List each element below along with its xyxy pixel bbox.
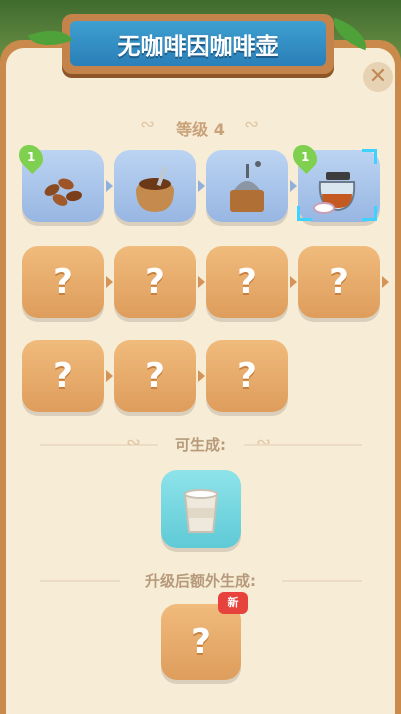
generated-item-tile[interactable]	[161, 470, 241, 548]
swirl-right-icon: ∾	[256, 432, 272, 453]
page-title: 无咖啡因咖啡壶	[117, 33, 279, 60]
title-banner: 无咖啡因咖啡壶	[70, 21, 326, 66]
question-mark-icon: ?	[237, 356, 257, 396]
question-mark-icon: ?	[145, 262, 165, 302]
question-mark-icon: ?	[191, 622, 211, 662]
question-mark-icon: ?	[329, 262, 349, 302]
locked-item-tile[interactable]: ?	[206, 340, 288, 412]
coffee-grinder-icon	[230, 161, 264, 212]
swirl-right-icon: ∾	[244, 114, 260, 135]
question-mark-icon: ?	[53, 262, 73, 302]
arrow-right-icon	[382, 276, 389, 288]
locked-item-tile[interactable]: ?	[114, 246, 196, 318]
arrow-right-icon	[106, 370, 113, 382]
divider-line	[244, 444, 362, 446]
item-tile-coffee-grinder[interactable]	[206, 150, 288, 222]
arrow-right-icon	[198, 180, 205, 192]
locked-item-tile[interactable]: ?	[22, 340, 104, 412]
arrow-right-icon	[198, 370, 205, 382]
locked-item-tile[interactable]: ?	[22, 246, 104, 318]
selection-corner	[297, 206, 312, 221]
divider-line	[282, 580, 362, 582]
close-icon: ✕	[368, 64, 388, 89]
arrow-right-icon	[290, 276, 297, 288]
question-mark-icon: ?	[145, 356, 165, 396]
arrow-right-icon	[198, 276, 205, 288]
locked-item-tile[interactable]: ?	[114, 340, 196, 412]
close-button[interactable]: ✕	[363, 62, 393, 92]
item-tile-coffee-bean-sack[interactable]	[114, 150, 196, 222]
bonus-locked-item-tile[interactable]: ?	[161, 604, 241, 680]
arrow-right-icon	[106, 276, 113, 288]
selection-corner	[362, 206, 377, 221]
question-mark-icon: ?	[53, 356, 73, 396]
arrow-right-icon	[290, 180, 297, 192]
new-badge: 新	[218, 592, 248, 614]
locked-item-tile[interactable]: ?	[206, 246, 288, 318]
locked-item-tile[interactable]: ?	[298, 246, 380, 318]
question-mark-icon: ?	[237, 262, 257, 302]
paper-cup-icon	[183, 489, 219, 533]
title-plate: 无咖啡因咖啡壶	[62, 14, 334, 74]
arrow-right-icon	[106, 180, 113, 192]
coffee-sack-icon	[136, 165, 174, 212]
selection-corner	[362, 149, 377, 164]
level-heading: 等级 4	[176, 120, 225, 139]
